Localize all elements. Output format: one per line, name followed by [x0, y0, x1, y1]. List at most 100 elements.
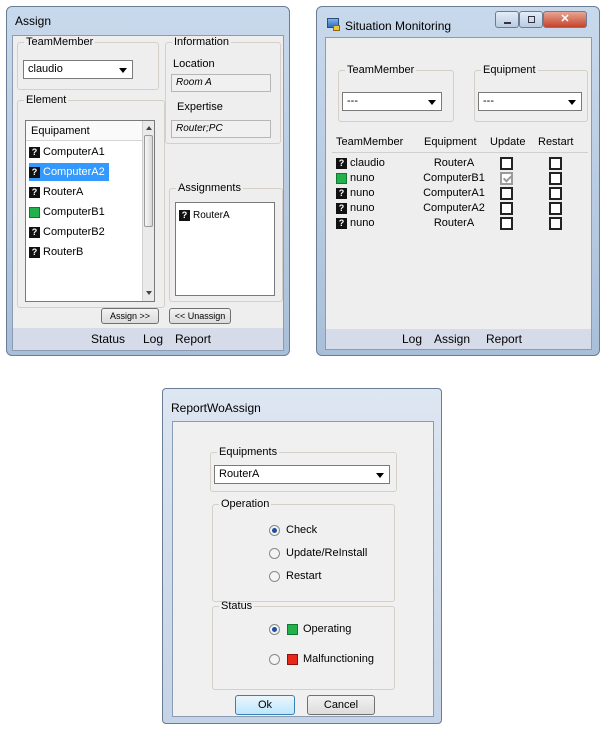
- column-header-update[interactable]: Update: [490, 136, 525, 148]
- menu-log[interactable]: Log: [402, 332, 422, 346]
- table-row[interactable]: ? claudio RouterA: [332, 156, 588, 171]
- status-option-label[interactable]: Operating: [303, 623, 351, 635]
- question-icon: ?: [336, 187, 347, 199]
- row-teammember-label: claudio: [350, 157, 385, 169]
- equipments-combo[interactable]: RouterA: [214, 465, 390, 484]
- restart-checkbox[interactable]: [549, 187, 562, 200]
- question-icon: ?: [336, 157, 347, 169]
- mon-teammember-combo[interactable]: ---: [342, 92, 442, 111]
- update-checkbox[interactable]: [500, 172, 513, 185]
- operation-radio[interactable]: [269, 525, 280, 536]
- element-list[interactable]: Equipament ? ComputerA1? ComputerA2? Router…: [25, 120, 155, 302]
- column-header-restart[interactable]: Restart: [538, 136, 573, 148]
- list-item[interactable]: ? RouterB: [29, 243, 87, 261]
- menu-log[interactable]: Log: [143, 332, 163, 346]
- minimize-button[interactable]: [495, 11, 519, 28]
- status-option-label[interactable]: Malfunctioning: [303, 653, 374, 665]
- close-button[interactable]: ✕: [543, 11, 587, 28]
- list-item-label: ComputerA1: [43, 146, 105, 158]
- list-item-label: RouterA: [43, 186, 84, 198]
- table-row[interactable]: ? nuno ComputerA2: [332, 201, 588, 216]
- scroll-down-icon[interactable]: [146, 291, 152, 295]
- report-titlebar[interactable]: ReportWoAssign: [163, 389, 441, 415]
- mon-equipment-value: ---: [483, 95, 494, 107]
- monitoring-titlebar[interactable]: Situation Monitoring ✕: [317, 7, 599, 33]
- question-icon: ?: [336, 202, 347, 214]
- row-teammember-label: nuno: [350, 172, 375, 184]
- list-item[interactable]: ? ComputerB2: [29, 223, 109, 241]
- status-group: Status: [212, 600, 395, 690]
- question-icon: ?: [29, 166, 40, 178]
- row-teammember-label: nuno: [350, 187, 375, 199]
- question-icon: ?: [29, 246, 40, 258]
- assign-menu-bar: Status Log Report: [13, 328, 283, 350]
- list-item[interactable]: ? ComputerA1: [29, 143, 109, 161]
- question-icon: ?: [336, 217, 347, 229]
- report-client: Equipments RouterA Operation Check Update…: [172, 421, 434, 717]
- list-item[interactable]: ? RouterA: [179, 207, 234, 225]
- update-checkbox[interactable]: [500, 157, 513, 170]
- status-radio[interactable]: [269, 654, 280, 665]
- teammember-combo[interactable]: claudio: [23, 60, 133, 79]
- restart-checkbox[interactable]: [549, 172, 562, 185]
- location-label: Location: [173, 58, 215, 70]
- column-header-teammember[interactable]: TeamMember: [336, 136, 403, 148]
- row-equipment: RouterA: [433, 217, 475, 229]
- list-item-label: RouterA: [193, 210, 230, 221]
- menu-status[interactable]: Status: [91, 332, 125, 346]
- assignments-list[interactable]: ? RouterA: [175, 202, 275, 296]
- window-title: Assign: [15, 14, 52, 28]
- report-window: ReportWoAssign Equipments RouterA Operat…: [162, 388, 442, 724]
- row-teammember: ? nuno: [336, 202, 374, 214]
- list-item[interactable]: ComputerB1: [29, 203, 109, 221]
- restart-checkbox[interactable]: [549, 217, 562, 230]
- list-item-label: ComputerB2: [43, 226, 105, 238]
- monitoring-table: TeamMember Equipment Update Restart ? cla…: [332, 132, 588, 332]
- operation-option-label[interactable]: Update/ReInstall: [286, 547, 367, 559]
- operation-option-label[interactable]: Check: [286, 524, 317, 536]
- operation-radio[interactable]: [269, 571, 280, 582]
- scroll-up-icon[interactable]: [146, 126, 152, 130]
- update-checkbox[interactable]: [500, 202, 513, 215]
- monitoring-window: Situation Monitoring ✕ TeamMember --- Eq…: [316, 6, 600, 356]
- operation-radio[interactable]: [269, 548, 280, 559]
- expertise-label: Expertise: [177, 101, 223, 113]
- table-row[interactable]: ? nuno ComputerA1: [332, 186, 588, 201]
- chevron-down-icon: [376, 473, 384, 478]
- update-checkbox[interactable]: [500, 187, 513, 200]
- column-header-equipment[interactable]: Equipment: [424, 136, 477, 148]
- element-scrollbar[interactable]: [142, 121, 154, 301]
- assign-window: Assign TeamMember claudio Information Lo…: [6, 6, 290, 356]
- status-radio[interactable]: [269, 624, 280, 635]
- element-label: Element: [26, 94, 67, 106]
- table-row[interactable]: ? nuno RouterA: [332, 216, 588, 231]
- element-list-header[interactable]: Equipament: [26, 121, 142, 141]
- list-item[interactable]: ? RouterA: [29, 183, 87, 201]
- cancel-button[interactable]: Cancel: [307, 695, 375, 715]
- list-item-label: ComputerA2: [43, 166, 105, 178]
- operation-option-label[interactable]: Restart: [286, 570, 321, 582]
- update-checkbox[interactable]: [500, 217, 513, 230]
- list-item-label: ComputerB1: [43, 206, 105, 218]
- chevron-down-icon: [568, 100, 576, 105]
- question-icon: ?: [29, 226, 40, 238]
- maximize-icon: [528, 16, 535, 23]
- list-item[interactable]: ? ComputerA2: [29, 163, 109, 181]
- menu-report[interactable]: Report: [486, 332, 522, 346]
- mon-teammember-label: TeamMember: [347, 64, 415, 76]
- unassign-button[interactable]: << Unassign: [169, 308, 231, 324]
- question-icon: ?: [29, 146, 40, 158]
- maximize-button[interactable]: [519, 11, 543, 28]
- close-icon: ✕: [560, 13, 570, 25]
- table-header: TeamMember Equipment Update Restart: [332, 132, 588, 153]
- menu-assign[interactable]: Assign: [434, 332, 470, 346]
- mon-equipment-combo[interactable]: ---: [478, 92, 582, 111]
- table-row[interactable]: nuno ComputerB1: [332, 171, 588, 186]
- restart-checkbox[interactable]: [549, 157, 562, 170]
- assign-titlebar[interactable]: Assign: [7, 7, 289, 33]
- menu-report[interactable]: Report: [175, 332, 211, 346]
- ok-button[interactable]: Ok: [235, 695, 295, 715]
- scroll-thumb[interactable]: [144, 135, 153, 227]
- restart-checkbox[interactable]: [549, 202, 562, 215]
- assign-button[interactable]: Assign >>: [101, 308, 159, 324]
